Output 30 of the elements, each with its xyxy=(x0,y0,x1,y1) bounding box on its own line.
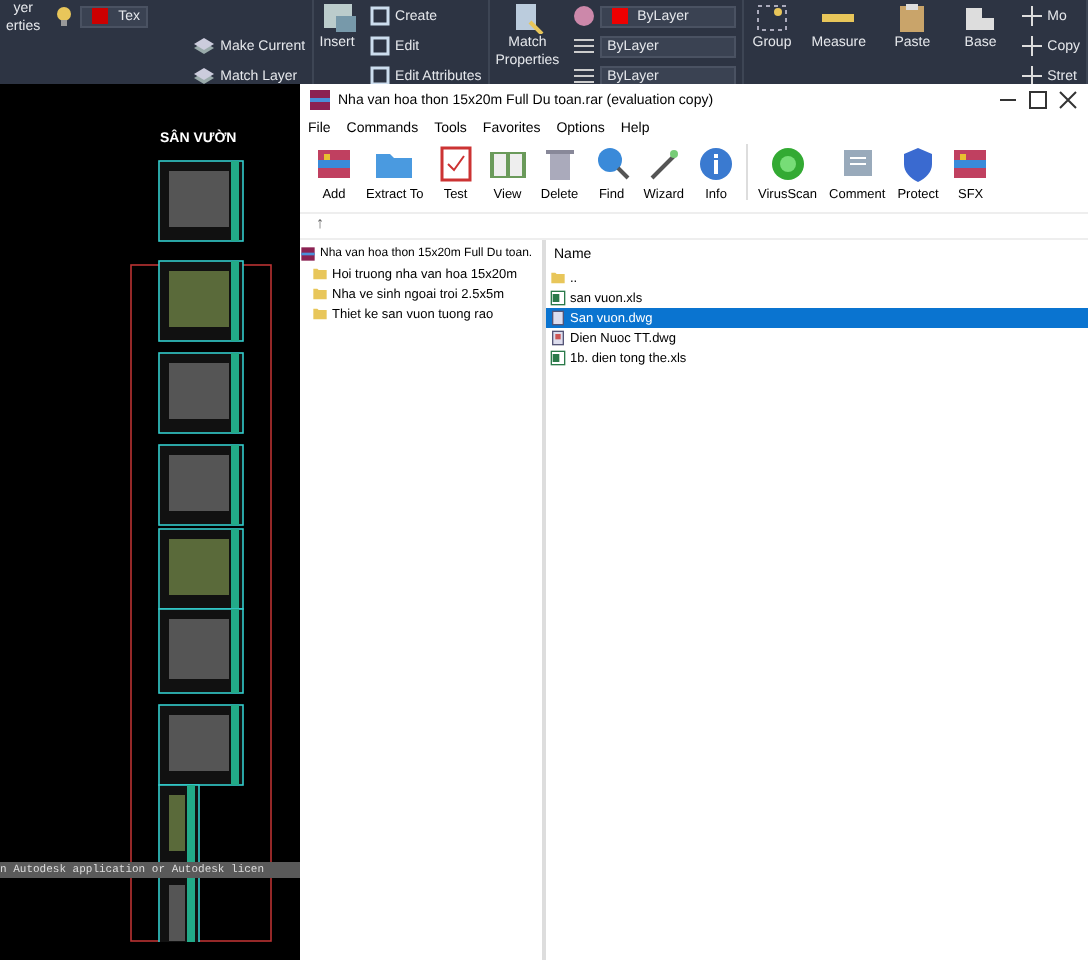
target-icon xyxy=(767,144,808,184)
maximize-icon xyxy=(1026,88,1050,112)
move-arrows-icon xyxy=(1019,64,1044,84)
close-icon xyxy=(1056,88,1080,112)
checklist-icon xyxy=(435,144,476,184)
block-icon xyxy=(367,34,392,58)
lineweight-icon xyxy=(571,34,596,58)
lineweight-icon xyxy=(571,64,596,84)
layer-stack-icon xyxy=(192,64,217,84)
color-swatch-icon xyxy=(607,4,632,28)
color-swatch-icon xyxy=(88,4,113,28)
group-icon xyxy=(754,2,790,34)
color-wheel-icon xyxy=(571,4,596,28)
info-icon xyxy=(696,144,737,184)
archive-icon xyxy=(300,246,316,262)
layer-stack-icon xyxy=(192,34,217,58)
archive-icon xyxy=(308,88,332,112)
spreadsheet-icon xyxy=(550,290,566,306)
spreadsheet-icon xyxy=(550,350,566,366)
insert-block-icon xyxy=(319,2,356,34)
lightbulb-icon xyxy=(52,4,77,28)
move-arrows-icon xyxy=(1019,4,1044,28)
folder-icon xyxy=(550,270,566,286)
base-view-icon xyxy=(962,2,999,34)
up-arrow-button[interactable]: ↑ xyxy=(300,214,1088,238)
block-icon xyxy=(367,64,392,84)
block-icon xyxy=(367,4,392,28)
move-arrows-icon xyxy=(1019,34,1044,58)
archive-books-icon xyxy=(950,144,991,184)
archive-books-icon xyxy=(314,144,354,184)
